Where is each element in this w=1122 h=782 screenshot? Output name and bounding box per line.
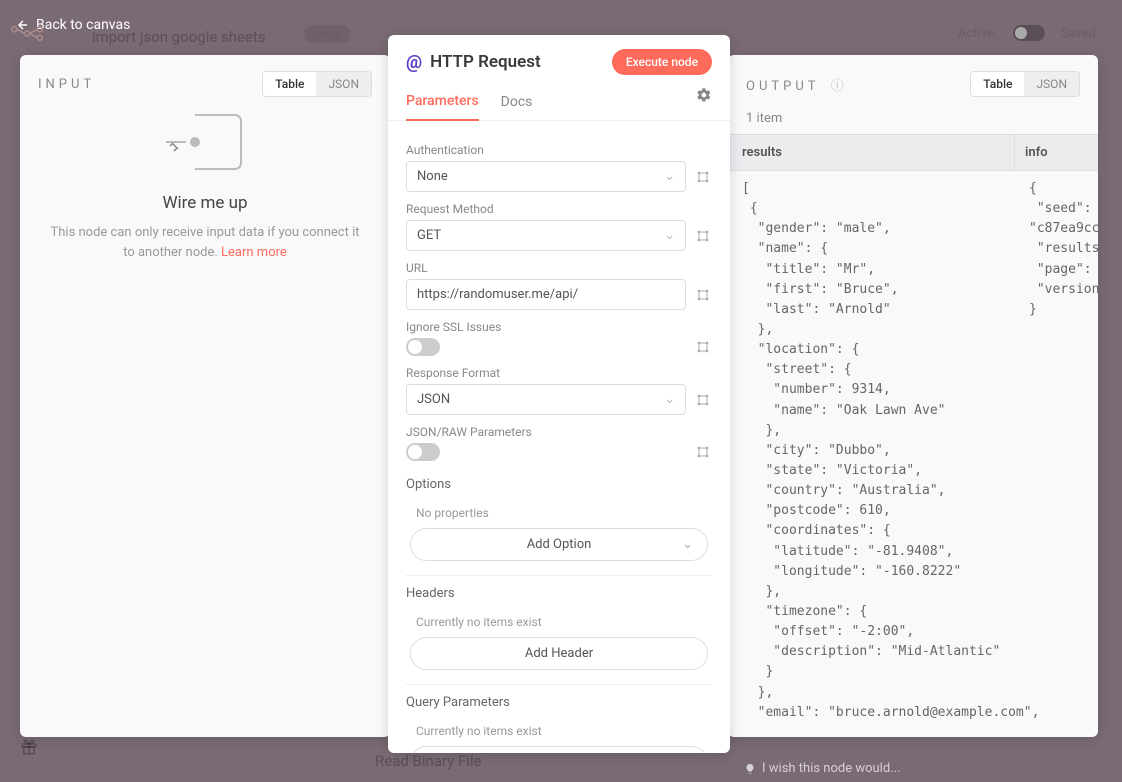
- rawparams-label: JSON/RAW Parameters: [406, 425, 712, 439]
- active-toggle[interactable]: [1013, 25, 1045, 41]
- saved-indicator: Saved: [1061, 26, 1096, 41]
- wire-graphic-icon: [160, 107, 250, 177]
- tab-parameters[interactable]: Parameters: [406, 87, 479, 121]
- node-settings-icon[interactable]: [696, 87, 712, 107]
- headers-empty-text: Currently no items exist: [406, 607, 712, 637]
- active-label: Active:: [958, 26, 997, 41]
- chevron-down-icon: ⌄: [664, 228, 675, 243]
- field-options-icon[interactable]: [694, 338, 712, 356]
- input-table-toggle[interactable]: Table: [263, 72, 316, 96]
- options-empty-text: No properties: [406, 498, 712, 528]
- ssl-label: Ignore SSL Issues: [406, 320, 712, 334]
- url-input[interactable]: https://randomuser.me/api/: [406, 279, 686, 310]
- output-view-toggle: Table JSON: [970, 71, 1080, 97]
- url-label: URL: [406, 261, 712, 275]
- wire-text: This node can only receive input data if…: [50, 223, 360, 262]
- field-options-icon[interactable]: [694, 443, 712, 461]
- response-format-select[interactable]: JSON⌄: [406, 384, 686, 415]
- authentication-label: Authentication: [406, 143, 712, 157]
- query-section-label: Query Parameters: [406, 684, 712, 710]
- results-cell[interactable]: [ { "gender": "male", "name": { "title":…: [728, 179, 1023, 726]
- info-cell[interactable]: { "seed": "c87ea9cc "results": "page": 1…: [1023, 179, 1098, 726]
- output-title: OUTPUT ⓘ: [746, 75, 848, 94]
- output-panel: OUTPUT ⓘ Table JSON 1 item results info …: [728, 55, 1098, 737]
- headers-section-label: Headers: [406, 575, 712, 601]
- workflow-name[interactable]: import json google sheets: [92, 28, 266, 46]
- output-table-toggle[interactable]: Table: [971, 72, 1024, 96]
- column-results[interactable]: results: [728, 135, 1015, 170]
- field-options-icon[interactable]: [694, 227, 712, 245]
- column-info[interactable]: info: [1015, 135, 1098, 170]
- add-parameter-button[interactable]: Add Parameter: [410, 746, 708, 753]
- tab-docs[interactable]: Docs: [501, 88, 533, 120]
- lightbulb-icon: [744, 763, 756, 775]
- field-options-icon[interactable]: [694, 168, 712, 186]
- n8n-logo-icon: [10, 25, 44, 59]
- workflow-tag[interactable]: blog: [304, 25, 351, 43]
- add-header-button[interactable]: Add Header: [410, 637, 708, 670]
- feedback-prompt[interactable]: I wish this node would...: [744, 761, 900, 776]
- input-json-toggle[interactable]: JSON: [316, 72, 371, 96]
- output-json-toggle[interactable]: JSON: [1024, 72, 1079, 96]
- method-select[interactable]: GET⌄: [406, 220, 686, 251]
- node-config-panel: @ HTTP Request Execute node Parameters D…: [388, 35, 730, 753]
- ssl-toggle[interactable]: [406, 338, 440, 356]
- read-binary-file-node[interactable]: Read Binary File: [375, 752, 482, 770]
- rawparams-toggle[interactable]: [406, 443, 440, 461]
- response-label: Response Format: [406, 366, 712, 380]
- input-title: INPUT: [38, 77, 95, 92]
- chevron-down-icon: ⌄: [682, 537, 693, 552]
- input-view-toggle: Table JSON: [262, 71, 372, 97]
- authentication-select[interactable]: None⌄: [406, 161, 686, 192]
- wire-title: Wire me up: [162, 193, 247, 213]
- method-label: Request Method: [406, 202, 712, 216]
- gift-icon[interactable]: [20, 738, 38, 760]
- query-empty-text: Currently no items exist: [406, 716, 712, 746]
- input-panel: INPUT Table JSON Wire me up This node ca…: [20, 55, 390, 737]
- http-request-icon: @: [406, 52, 422, 73]
- add-option-button[interactable]: Add Option ⌄: [410, 528, 708, 561]
- learn-more-link[interactable]: Learn more: [221, 245, 287, 260]
- chevron-down-icon: ⌄: [664, 392, 675, 407]
- chevron-down-icon: ⌄: [664, 169, 675, 184]
- output-data: [ { "gender": "male", "name": { "title":…: [728, 171, 1098, 726]
- field-options-icon[interactable]: [694, 286, 712, 304]
- options-section-label: Options: [406, 477, 712, 492]
- node-title: HTTP Request: [430, 52, 541, 72]
- output-item-count: 1 item: [728, 107, 1098, 134]
- execute-node-button[interactable]: Execute node: [612, 49, 712, 75]
- info-icon[interactable]: ⓘ: [824, 79, 848, 94]
- output-table-header: results info: [728, 134, 1098, 171]
- field-options-icon[interactable]: [694, 391, 712, 409]
